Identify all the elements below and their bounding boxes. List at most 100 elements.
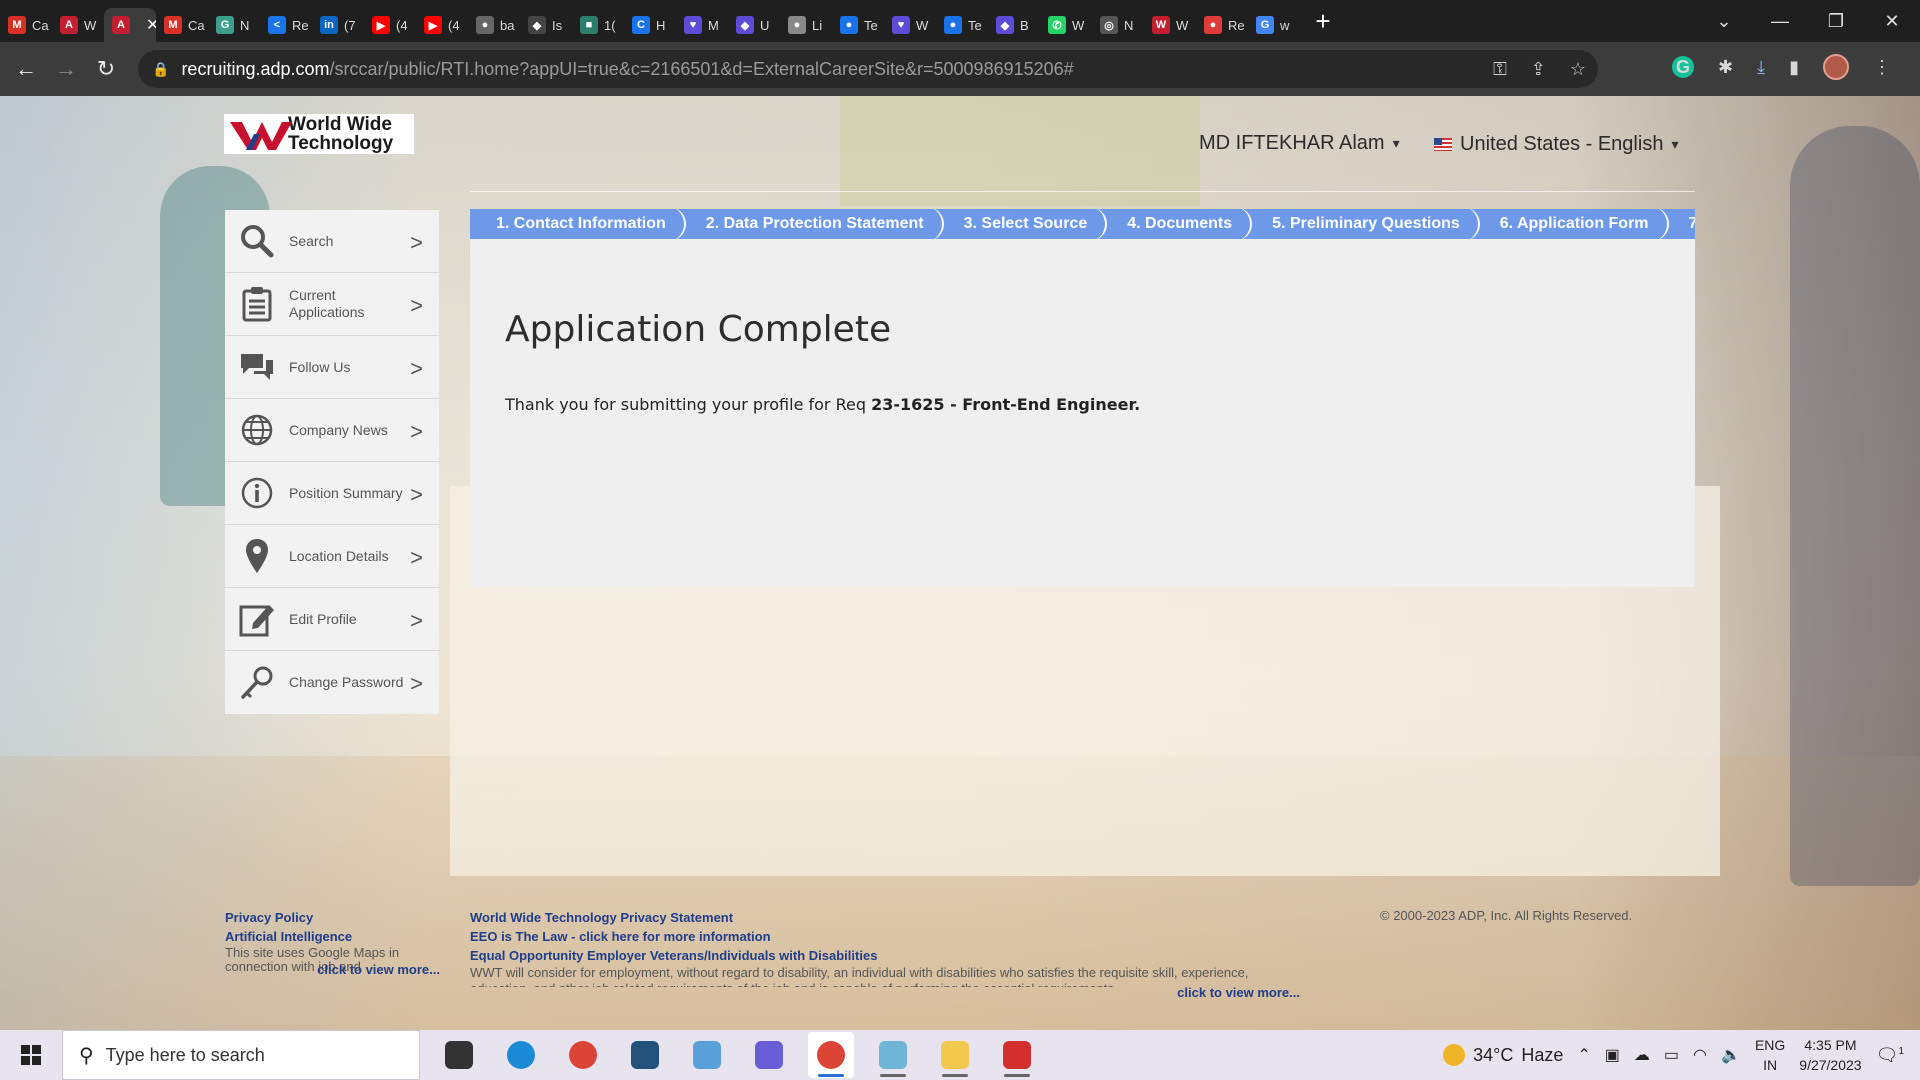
browser-tab[interactable]: ● Te: [936, 8, 988, 42]
bookmark-star-icon[interactable]: ☆: [1570, 59, 1586, 80]
step-preliminary-questions[interactable]: 5. Preliminary Questions: [1246, 209, 1480, 239]
volume-icon[interactable]: 🔈: [1721, 1045, 1741, 1065]
browser-tab[interactable]: ▶ (4: [364, 8, 416, 42]
eeo-link[interactable]: EEO is The Law - click here for more inf…: [470, 927, 1300, 946]
browser-tab[interactable]: AW: [52, 8, 104, 42]
step-documents[interactable]: 4. Documents: [1101, 209, 1253, 239]
browser-tab[interactable]: ■ 1(: [572, 8, 624, 42]
taskbar-app-file-explorer[interactable]: [932, 1032, 978, 1078]
taskbar-app-chrome[interactable]: [560, 1032, 606, 1078]
step-contact-information[interactable]: 1. Contact Information: [470, 209, 686, 239]
extensions-puzzle-icon[interactable]: ✱: [1718, 57, 1733, 78]
taskbar-app-notes[interactable]: [870, 1032, 916, 1078]
browser-tab[interactable]: ◆ U: [728, 8, 780, 42]
browser-tab[interactable]: CH: [624, 8, 676, 42]
restore-button[interactable]: ❐: [1808, 11, 1864, 32]
browser-tab[interactable]: ◎ N: [1092, 8, 1144, 42]
step-select-source[interactable]: 3. Select Source: [938, 209, 1107, 239]
browser-tab[interactable]: ▶ (4: [416, 8, 468, 42]
back-button[interactable]: ←: [6, 56, 46, 82]
step-data-protection[interactable]: 2. Data Protection Statement: [680, 209, 944, 239]
sidebar-item-position-summary[interactable]: Position Summary >: [225, 462, 439, 525]
artificial-intelligence-link[interactable]: Artificial Intelligence: [225, 927, 440, 946]
close-window-button[interactable]: ✕: [1864, 11, 1920, 32]
browser-tab[interactable]: ● Te: [832, 8, 884, 42]
lock-icon[interactable]: 🔒: [152, 61, 169, 78]
meet-now-icon[interactable]: ▣: [1605, 1045, 1620, 1065]
browser-tab[interactable]: ● Li: [780, 8, 832, 42]
globe-icon: [225, 413, 289, 447]
taskbar-app-computer[interactable]: [684, 1032, 730, 1078]
onedrive-cloud-icon[interactable]: ☁: [1634, 1045, 1650, 1065]
browser-tab[interactable]: ● ba: [468, 8, 520, 42]
language-selector[interactable]: United States - English ▾: [1434, 133, 1678, 156]
step-application-form[interactable]: 6. Application Form: [1474, 209, 1669, 239]
taskbar-app-chrome-active[interactable]: [808, 1032, 854, 1078]
browser-tab[interactable]: M Ca: [0, 8, 52, 42]
chrome-menu-icon[interactable]: ⋮: [1873, 57, 1891, 78]
browser-tab[interactable]: ♥ W: [884, 8, 936, 42]
sidebar-nav: Search > Current Applications > Follow U…: [225, 210, 439, 714]
browser-tab[interactable]: < Re: [260, 8, 312, 42]
tab-title: Te: [968, 17, 982, 33]
browser-tab[interactable]: ◆ B: [988, 8, 1040, 42]
browser-tab[interactable]: M Ca: [156, 8, 208, 42]
clock[interactable]: 4:35 PM 9/27/2023: [1799, 1035, 1861, 1075]
footer-left: Privacy Policy Artificial Intelligence T…: [225, 908, 440, 979]
sidebar-item-location-details[interactable]: Location Details >: [225, 525, 439, 588]
wwt-privacy-link[interactable]: World Wide Technology Privacy Statement: [470, 908, 1300, 927]
privacy-policy-link[interactable]: Privacy Policy: [225, 908, 440, 927]
tab-favicon-icon: C: [632, 16, 650, 34]
tab-title: (4: [396, 17, 408, 33]
sidebar-item-company-news[interactable]: Company News >: [225, 399, 439, 462]
forward-button[interactable]: →: [46, 56, 86, 82]
reload-button[interactable]: ↻: [86, 56, 126, 82]
tab-favicon-icon: ●: [788, 16, 806, 34]
sidebar-item-current-applications[interactable]: Current Applications >: [225, 273, 439, 336]
taskbar-search[interactable]: ⚲ Type here to search: [62, 1030, 420, 1080]
browser-tab[interactable]: Gw: [1248, 8, 1300, 42]
wifi-icon[interactable]: ◠: [1693, 1045, 1707, 1065]
sidebar-item-follow-us[interactable]: Follow Us >: [225, 336, 439, 399]
input-language[interactable]: ENG IN: [1755, 1035, 1785, 1075]
taskbar-app-task-view[interactable]: [436, 1032, 482, 1078]
chevron-up-icon[interactable]: ⌃: [1577, 1045, 1590, 1065]
taskbar-app-edge[interactable]: [498, 1032, 544, 1078]
tab-title: Te: [864, 17, 878, 33]
browser-tab[interactable]: in (7: [312, 8, 364, 42]
notes-icon: [879, 1041, 907, 1069]
minimize-button[interactable]: —: [1752, 11, 1808, 32]
browser-tab[interactable]: WW: [1144, 8, 1196, 42]
tab-search-icon[interactable]: ⌄: [1696, 11, 1752, 32]
browser-tab[interactable]: ♥ M: [676, 8, 728, 42]
start-button[interactable]: [0, 1030, 62, 1080]
browser-tab[interactable]: ✆ W: [1040, 8, 1092, 42]
notification-icon[interactable]: 🗨1: [1876, 1045, 1904, 1066]
download-icon[interactable]: ⤓: [1757, 57, 1765, 78]
profile-avatar[interactable]: [1822, 54, 1849, 80]
browser-tab[interactable]: ◆ Is: [520, 8, 572, 42]
equal-opportunity-link[interactable]: Equal Opportunity Employer Veterans/Indi…: [470, 946, 1300, 965]
password-key-icon[interactable]: ⚿: [1493, 59, 1507, 80]
close-tab-icon[interactable]: ✕: [146, 15, 156, 35]
battery-icon[interactable]: ▭: [1664, 1045, 1679, 1065]
address-bar[interactable]: 🔒 recruiting.adp.com /srccar/public/RTI.…: [138, 50, 1598, 88]
sidebar-item-search[interactable]: Search >: [225, 210, 439, 273]
new-tab-button[interactable]: +: [1308, 6, 1338, 37]
sidebar-item-change-password[interactable]: Change Password >: [225, 651, 439, 714]
sidebar-item-edit-profile[interactable]: Edit Profile >: [225, 588, 439, 651]
browser-tab[interactable]: GN: [208, 8, 260, 42]
taskbar-app-acrobat[interactable]: [994, 1032, 1040, 1078]
company-logo[interactable]: World Wide Technology: [224, 114, 414, 154]
browser-tab[interactable]: ● Re: [1196, 8, 1248, 42]
browser-tab[interactable]: A ✕: [104, 8, 156, 42]
taskbar-app-copilot[interactable]: [746, 1032, 792, 1078]
tab-title: N: [1124, 17, 1134, 33]
side-panel-icon[interactable]: ▮: [1789, 57, 1799, 78]
weather-widget[interactable]: 34°C Haze: [1443, 1044, 1563, 1066]
step-7[interactable]: 7. E: [1663, 209, 1695, 239]
grammarly-icon[interactable]: G: [1672, 56, 1694, 78]
share-icon[interactable]: ⇪: [1531, 59, 1546, 80]
user-menu[interactable]: MD IFTEKHAR Alam ▾: [1199, 132, 1400, 155]
taskbar-app-visual-studio-code[interactable]: [622, 1032, 668, 1078]
